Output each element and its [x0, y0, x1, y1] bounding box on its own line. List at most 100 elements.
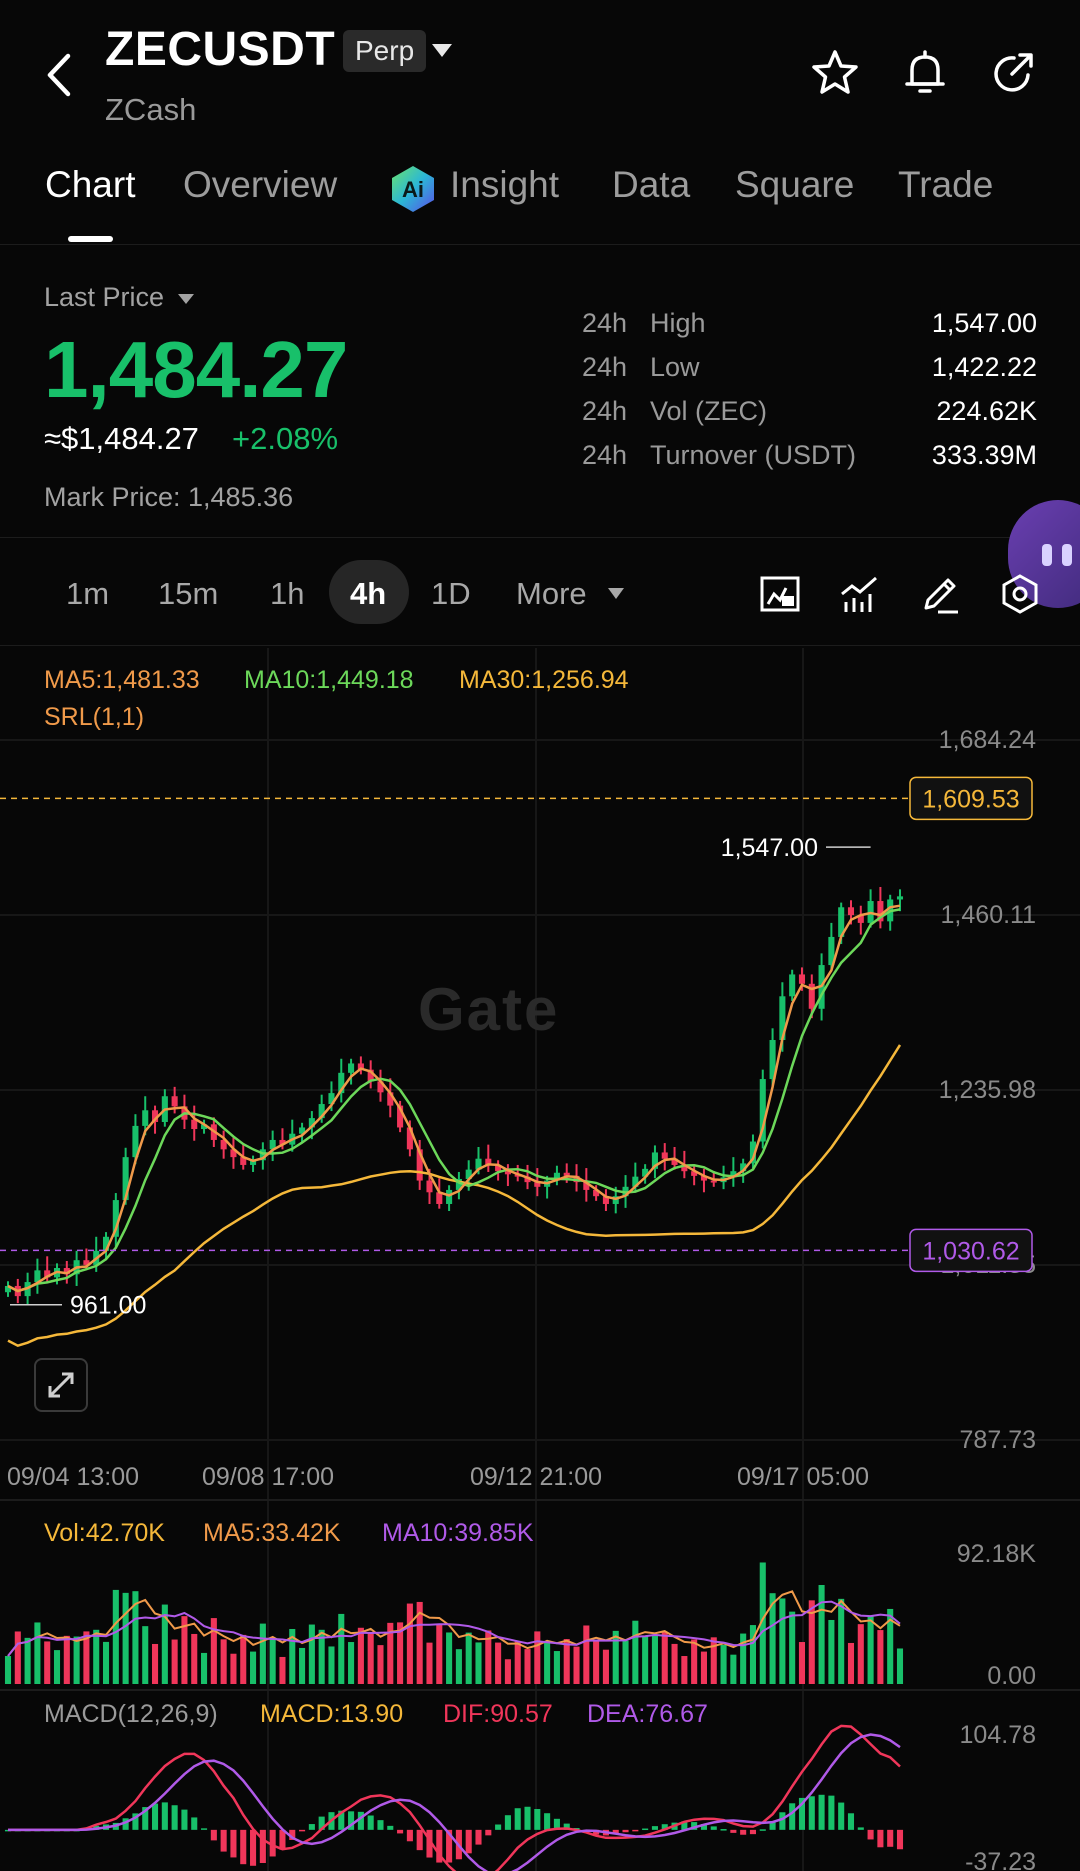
- volume-bar: [142, 1626, 149, 1684]
- volume-bar: [465, 1632, 472, 1684]
- star-icon[interactable]: [810, 48, 860, 98]
- price-chart[interactable]: 1,684.241,460.111,235.981,011.85787.7309…: [0, 648, 1080, 1871]
- volume-bar: [896, 1648, 904, 1684]
- stat-turnover: 24h Turnover (USDT) 333.39M: [582, 440, 1037, 470]
- coin-name: ZCash: [105, 92, 197, 127]
- volume-bar: [436, 1623, 443, 1684]
- back-arrow-icon[interactable]: [40, 50, 80, 100]
- macd-histogram-bar: [759, 1829, 766, 1831]
- timeframe-1d[interactable]: 1D: [431, 576, 471, 612]
- main-tabs: Chart Overview Ai Insight Data Square Tr…: [0, 160, 1080, 245]
- macd-histogram-bar: [622, 1829, 629, 1833]
- ma30-label: MA30:1,256.94: [459, 666, 629, 694]
- volume-ma5-label: MA5:33.42K: [203, 1519, 341, 1547]
- volume-bar: [102, 1641, 110, 1684]
- macd-histogram-bar: [250, 1829, 257, 1866]
- tab-data[interactable]: Data: [612, 164, 690, 206]
- volume-bar: [338, 1613, 345, 1684]
- volume-bar: [367, 1631, 374, 1684]
- macd-histogram-bar: [377, 1820, 384, 1830]
- candle-body: [798, 974, 806, 984]
- macd-tick-label: 104.78: [960, 1721, 1036, 1749]
- indicators-icon[interactable]: [838, 572, 882, 616]
- expand-chart-button[interactable]: [34, 1358, 88, 1412]
- macd-histogram-bar: [720, 1829, 727, 1831]
- volume-bar: [504, 1659, 511, 1684]
- volume-tick-label: 92.18K: [957, 1540, 1037, 1568]
- timeframe-more[interactable]: More: [516, 576, 587, 612]
- ma10-line: [7, 908, 901, 1293]
- candle-body: [789, 974, 796, 997]
- macd-value-label: MACD:13.90: [260, 1700, 404, 1728]
- macd-histogram-bar: [710, 1826, 717, 1830]
- dea-label: DEA:76.67: [587, 1700, 708, 1728]
- volume-bar: [573, 1646, 580, 1684]
- volume-bar: [661, 1631, 668, 1684]
- timeframe-bar: 1m 15m 1h 4h 1D More: [0, 540, 1080, 646]
- draw-pencil-icon[interactable]: [918, 572, 962, 616]
- expand-icon: [48, 1372, 74, 1398]
- macd-histogram-bar: [308, 1824, 315, 1830]
- macd-histogram-bar: [857, 1827, 864, 1830]
- volume-bar: [867, 1615, 874, 1684]
- volume-bar: [220, 1639, 227, 1684]
- volume-bar: [838, 1598, 845, 1684]
- chart-type-icon[interactable]: [758, 572, 802, 616]
- volume-bar: [269, 1637, 276, 1684]
- more-dropdown-icon[interactable]: [608, 588, 624, 599]
- settings-icon[interactable]: [998, 572, 1042, 616]
- volume-bar: [544, 1641, 551, 1684]
- dif-label: DIF:90.57: [443, 1700, 553, 1728]
- low-label: 961.00: [70, 1292, 146, 1320]
- macd-histogram-bar: [201, 1828, 208, 1830]
- last-price-label[interactable]: Last Price: [44, 282, 164, 313]
- last-price: 1,484.27: [44, 325, 348, 414]
- dif-line: [8, 1724, 901, 1871]
- candle-body: [142, 1110, 149, 1126]
- timeframe-4h[interactable]: 4h: [350, 576, 386, 612]
- volume-bar: [279, 1656, 286, 1684]
- volume-bar: [299, 1647, 306, 1684]
- pair-title[interactable]: ZECUSDT: [105, 22, 335, 77]
- contract-type-badge[interactable]: Perp: [343, 30, 427, 72]
- price-tick-label: 1,684.24: [939, 726, 1036, 754]
- macd-histogram-bar: [475, 1829, 482, 1845]
- macd-histogram-bar: [740, 1829, 747, 1835]
- volume-tick-label: 0.00: [987, 1662, 1036, 1690]
- macd-histogram-bar: [808, 1796, 815, 1830]
- volume-bar: [308, 1624, 315, 1684]
- ai-insight-icon[interactable]: Ai: [390, 164, 436, 214]
- 24h-stats: 24h High 1,547.00 24h Low 1,422.22 24h V…: [582, 308, 1037, 484]
- tab-insight[interactable]: Insight: [450, 164, 559, 206]
- bell-icon[interactable]: [900, 48, 950, 98]
- volume-bar: [122, 1592, 129, 1684]
- contract-dropdown-icon[interactable]: [432, 44, 452, 57]
- tab-overview[interactable]: Overview: [183, 164, 337, 206]
- macd-histogram-bar: [191, 1817, 198, 1830]
- macd-histogram-bar: [749, 1829, 757, 1835]
- tab-trade[interactable]: Trade: [898, 164, 993, 206]
- price-tick-label: 1,460.11: [941, 901, 1036, 929]
- tab-chart[interactable]: Chart: [45, 164, 135, 206]
- macd-histogram-bar: [416, 1829, 423, 1851]
- volume-bar: [495, 1642, 502, 1684]
- tab-square[interactable]: Square: [735, 164, 854, 206]
- time-axis-label: 09/17 05:00: [737, 1463, 869, 1491]
- macd-histogram-bar: [151, 1803, 159, 1830]
- candle-body: [171, 1096, 178, 1107]
- timeframe-15m[interactable]: 15m: [158, 576, 218, 612]
- volume-bar: [455, 1649, 462, 1684]
- volume-bar: [857, 1624, 864, 1684]
- svg-text:Ai: Ai: [402, 177, 424, 202]
- timeframe-1h[interactable]: 1h: [270, 576, 304, 612]
- macd-histogram-bar: [730, 1829, 737, 1833]
- candle-body: [426, 1180, 433, 1193]
- macd-histogram-bar: [504, 1815, 511, 1830]
- candle-body: [348, 1063, 355, 1073]
- volume-bar: [789, 1611, 796, 1684]
- timeframe-1m[interactable]: 1m: [66, 576, 109, 612]
- time-axis-label: 09/04 13:00: [7, 1463, 139, 1491]
- volume-bar: [583, 1625, 590, 1684]
- share-icon[interactable]: [988, 48, 1038, 98]
- last-price-dropdown-icon[interactable]: [178, 294, 194, 304]
